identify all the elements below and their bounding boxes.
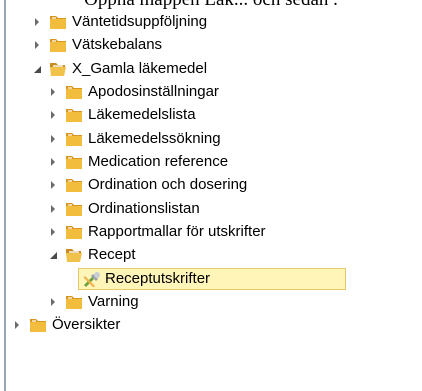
- tree-item-label: Vätskebalans: [72, 36, 163, 53]
- tree-item-läkemedelssökning[interactable]: Läkemedelssökning: [6, 128, 422, 150]
- tree-item-väntetidsuppföljning[interactable]: Väntetidsuppföljning: [6, 11, 422, 33]
- collapsed-arrow-icon[interactable]: [12, 320, 22, 330]
- folder-icon: [28, 315, 48, 335]
- tree-item-ordination-och-dosering[interactable]: Ordination och dosering: [6, 174, 422, 196]
- folder-open-icon: [64, 245, 84, 265]
- tree-item-label: X_Gamla läkemedel: [72, 60, 208, 77]
- tree-item-rapportmallar-för-utskrifter[interactable]: Rapportmallar för utskrifter: [6, 221, 422, 243]
- folder-icon: [48, 12, 68, 32]
- navigation-pane: Väntetidsuppföljning Vätskebalans X_Gamla …: [4, 0, 422, 391]
- tree-item-x-gamla-läkemedel[interactable]: X_Gamla läkemedel: [6, 58, 422, 80]
- tree-item-label: Ordination och dosering: [88, 176, 248, 193]
- expanded-arrow-icon[interactable]: [32, 64, 42, 74]
- collapsed-arrow-icon[interactable]: [48, 204, 58, 214]
- folder-icon: [64, 82, 84, 102]
- folder-icon: [64, 292, 84, 312]
- tools-icon: [81, 270, 101, 290]
- folder-icon: [64, 105, 84, 125]
- collapsed-arrow-icon[interactable]: [48, 87, 58, 97]
- collapsed-arrow-icon[interactable]: [48, 110, 58, 120]
- tree-item-label: Recept: [88, 246, 136, 263]
- tree-item-ordinationslistan[interactable]: Ordinationslistan: [6, 198, 422, 220]
- collapsed-arrow-icon[interactable]: [48, 157, 58, 167]
- collapsed-arrow-icon[interactable]: [32, 17, 42, 27]
- collapsed-arrow-icon[interactable]: [48, 134, 58, 144]
- folder-icon: [48, 35, 68, 55]
- tree-item-recept[interactable]: Recept: [6, 244, 422, 266]
- folder-open-icon: [48, 59, 68, 79]
- tree-item-label: Medication reference: [88, 153, 229, 170]
- tree-item-label: Apodosinställningar: [88, 83, 219, 100]
- tree-item-label: Ordinationslistan: [88, 200, 200, 217]
- folder-icon: [64, 152, 84, 172]
- collapsed-arrow-icon[interactable]: [32, 40, 42, 50]
- expanded-arrow-icon[interactable]: [48, 250, 58, 260]
- tree-item-label: Läkemedelssökning: [88, 130, 221, 147]
- folder-icon: [64, 199, 84, 219]
- folder-icon: [64, 175, 84, 195]
- tree-item-vätskebalans[interactable]: Vätskebalans: [6, 34, 422, 56]
- tree-item-label: Varning: [88, 293, 139, 310]
- collapsed-arrow-icon[interactable]: [48, 227, 58, 237]
- tree-item-label: Översikter: [52, 316, 121, 333]
- tree-item-medication-reference[interactable]: Medication reference: [6, 151, 422, 173]
- tree-item-label: Rapportmallar för utskrifter: [88, 223, 266, 240]
- collapsed-arrow-icon[interactable]: [48, 297, 58, 307]
- tree-item-läkemedelslista[interactable]: Läkemedelslista: [6, 104, 422, 126]
- tree-item-översikter[interactable]: Översikter: [6, 314, 422, 336]
- tree-item-label: Läkemedelslista: [88, 106, 196, 123]
- tree-item-varning[interactable]: Varning: [6, 291, 422, 313]
- tree-item-receptutskrifter[interactable]: Receptutskrifter: [78, 268, 346, 290]
- tree-item-label: Receptutskrifter: [105, 270, 211, 287]
- tree-item-label: Väntetidsuppföljning: [72, 13, 208, 30]
- tree-item-apodosinställningar[interactable]: Apodosinställningar: [6, 81, 422, 103]
- collapsed-arrow-icon[interactable]: [48, 180, 58, 190]
- folder-icon: [64, 222, 84, 242]
- folder-icon: [64, 129, 84, 149]
